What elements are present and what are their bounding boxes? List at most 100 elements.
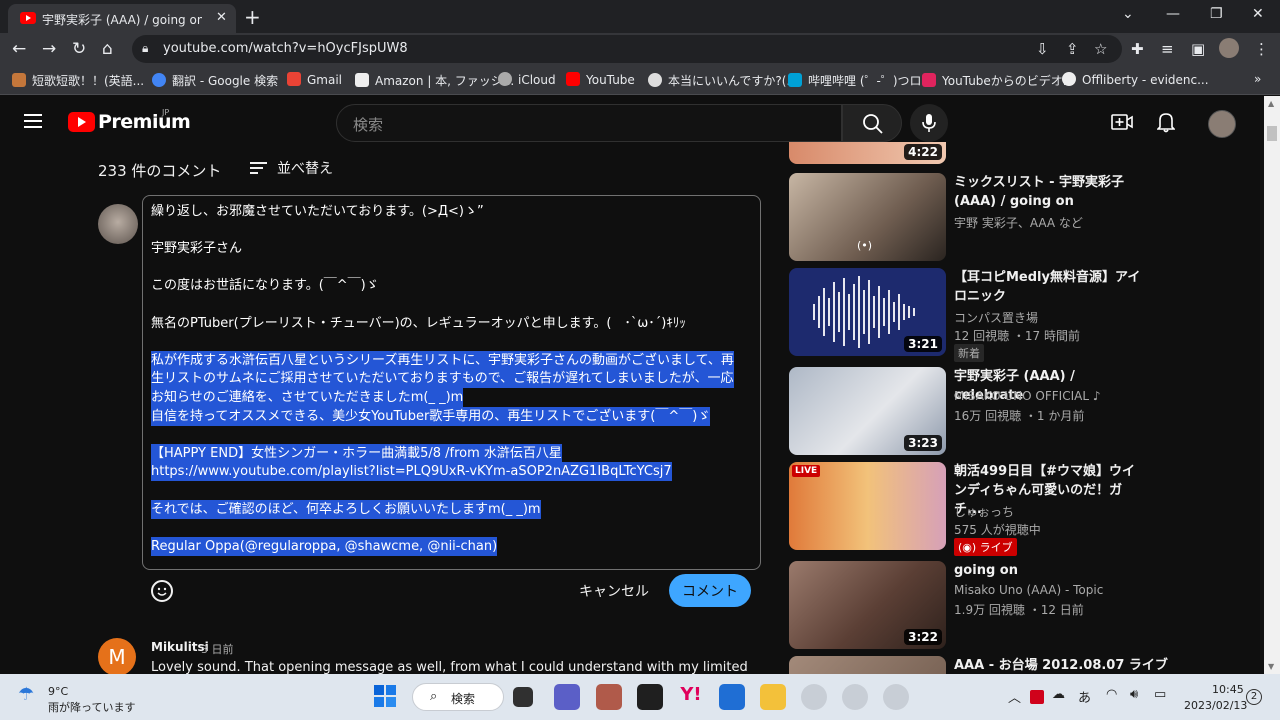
video-thumbnail[interactable]: (•) bbox=[789, 173, 946, 261]
youtube-logo-icon[interactable] bbox=[68, 112, 95, 132]
video-thumbnail[interactable]: LIVE bbox=[789, 462, 946, 550]
bookmark-item[interactable]: iCloud bbox=[498, 72, 556, 87]
video-thumbnail[interactable]: 4:22 bbox=[789, 142, 946, 164]
comment-author-avatar[interactable]: M bbox=[98, 638, 136, 676]
related-video[interactable]: 3:22 going on Misako Uno (AAA) - Topic 1… bbox=[789, 561, 1209, 649]
clock-time[interactable]: 10:45 bbox=[1212, 683, 1244, 696]
voice-search-button[interactable] bbox=[910, 104, 948, 142]
draft-line[interactable]: この度はお世話になります。(￣^￣)ゞ bbox=[151, 276, 379, 295]
volume-icon[interactable]: 🔊︎ bbox=[1130, 687, 1138, 702]
chat-icon[interactable] bbox=[554, 684, 580, 710]
yahoo-icon[interactable]: Y! bbox=[678, 684, 704, 710]
profile-avatar[interactable] bbox=[1219, 38, 1239, 58]
draft-line[interactable]: 生リストのサムネにご採用させていただいておりますもので、ご報告が遅れてしまいまし… bbox=[151, 369, 734, 389]
bookmark-item[interactable]: 本当にいいんですか?(... bbox=[648, 72, 798, 89]
bookmark-item[interactable]: Gmail bbox=[287, 72, 342, 87]
submit-comment-button[interactable]: コメント bbox=[669, 574, 751, 607]
draft-line[interactable]: 繰り返し、お邪魔させていただいております。(>Д<)ゝ” bbox=[151, 202, 484, 221]
video-thumbnail[interactable] bbox=[789, 656, 946, 674]
url-text[interactable]: youtube.com/watch?v=hOycFJspUW8 bbox=[163, 41, 408, 56]
search-button[interactable] bbox=[842, 104, 902, 142]
show-hidden-icons-icon[interactable]: ︿ bbox=[1008, 687, 1021, 706]
tab-youtube[interactable]: 宇野実彩子 (AAA) / going on - Yo ✕ bbox=[8, 4, 236, 33]
page-scrollbar[interactable]: ▲ ▼ bbox=[1264, 96, 1280, 674]
related-video[interactable]: LIVE 朝活499日目【#ウマ娘】ウインディちゃん可愛いのだ！ガチ... しゅ… bbox=[789, 462, 1209, 556]
app-icon[interactable] bbox=[637, 684, 663, 710]
sort-button[interactable]: 並べ替え bbox=[250, 158, 333, 178]
related-video[interactable]: 4:22 bbox=[789, 142, 1209, 164]
bookmark-item[interactable]: Amazon | 本, ファッシ... bbox=[355, 72, 514, 89]
bookmark-item[interactable]: YouTubeからのビデオ... bbox=[922, 72, 1074, 89]
rain-cloud-icon[interactable]: ☂ bbox=[18, 684, 34, 705]
scrollbar-thumb[interactable] bbox=[1267, 126, 1277, 141]
close-tab-icon[interactable]: ✕ bbox=[216, 10, 227, 25]
video-channel[interactable]: MISAKO UNO OFFICIAL ♪ bbox=[954, 389, 1101, 403]
restore-icon[interactable]: ❐ bbox=[1210, 6, 1223, 22]
cancel-button[interactable]: キャンセル bbox=[567, 575, 661, 607]
tab-search-icon[interactable]: ⌄ bbox=[1122, 6, 1134, 22]
bookmark-item[interactable]: 翻訳 - Google 検索 bbox=[152, 72, 278, 89]
video-title[interactable]: ミックスリスト - 宇野実彩子 (AAA) / going on bbox=[954, 173, 1144, 211]
onedrive-icon[interactable]: ☁ bbox=[1052, 687, 1065, 702]
taskbar-search[interactable]: ⌕ 検索 bbox=[412, 683, 504, 711]
app-icon[interactable] bbox=[596, 684, 622, 710]
tray-app-icon[interactable] bbox=[1030, 690, 1044, 704]
bookmark-item[interactable]: YouTube bbox=[566, 72, 635, 87]
video-thumbnail[interactable]: 3:23 bbox=[789, 367, 946, 455]
bookmark-item[interactable]: Offliberty - evidenc... bbox=[1062, 72, 1209, 87]
draft-line[interactable]: 【HAPPY END】女性シンガー・ホラー曲満載5/8 /from 水滸伝百八星 bbox=[151, 443, 562, 463]
start-icon[interactable] bbox=[373, 684, 399, 710]
draft-line[interactable]: https://www.youtube.com/playlist?list=PL… bbox=[151, 462, 672, 482]
close-window-icon[interactable]: ✕ bbox=[1252, 6, 1264, 22]
media-control-icon[interactable]: ≡ bbox=[1161, 40, 1174, 58]
logo-text[interactable]: Premium bbox=[98, 111, 191, 133]
video-channel[interactable]: Misako Uno (AAA) - Topic bbox=[954, 583, 1103, 597]
share-icon[interactable]: ⇪ bbox=[1066, 40, 1079, 58]
bookmark-star-icon[interactable]: ☆ bbox=[1094, 40, 1107, 58]
video-thumbnail[interactable]: 3:21 bbox=[789, 268, 946, 356]
side-panel-icon[interactable]: ▣ bbox=[1191, 40, 1205, 58]
chrome-icon[interactable] bbox=[842, 684, 868, 710]
draft-line[interactable]: 自信を持ってオススメできる、美少女YouTuber歌手専用の、再生リストでござい… bbox=[151, 406, 711, 426]
install-app-icon[interactable]: ⇩ bbox=[1036, 40, 1049, 58]
draft-line[interactable]: それでは、ご確認のほど、何卒よろしくお願いいたしますm(_ _)m bbox=[151, 499, 541, 519]
comment-time[interactable]: 3 日前 bbox=[201, 641, 234, 657]
battery-icon[interactable]: ▭ bbox=[1154, 687, 1166, 702]
draft-line[interactable]: 宇野実彩子さん bbox=[151, 239, 242, 258]
related-video[interactable]: (•) ミックスリスト - 宇野実彩子 (AAA) / going on 宇野 … bbox=[789, 173, 1209, 261]
minimize-icon[interactable]: — bbox=[1166, 6, 1180, 22]
draft-line[interactable]: Regular Oppa(@regularoppa, @shawcme, @ni… bbox=[151, 536, 498, 556]
comment-input[interactable]: 繰り返し、お邪魔させていただいております。(>Д<)ゝ” 宇野実彩子さんこの度はお… bbox=[142, 195, 761, 570]
extensions-icon[interactable]: ✚ bbox=[1131, 40, 1144, 58]
video-channel[interactable]: しゅぉっち bbox=[954, 503, 1014, 520]
browser-menu-icon[interactable]: ⋮ bbox=[1254, 40, 1269, 58]
draft-line[interactable]: 私が作成する水滸伝百八星というシリーズ再生リストに、宇野実彩子さんの動画がござい… bbox=[151, 350, 734, 370]
file-explorer-icon[interactable] bbox=[760, 684, 786, 710]
more-bookmarks-icon[interactable]: » bbox=[1254, 72, 1261, 86]
video-title[interactable]: going on bbox=[954, 561, 1144, 580]
video-title[interactable]: 【耳コピMedly無料音源】アイロニック bbox=[954, 268, 1144, 306]
ime-indicator[interactable]: あ bbox=[1078, 687, 1091, 706]
scroll-up-icon[interactable]: ▲ bbox=[1268, 99, 1274, 108]
wifi-icon[interactable]: ◠ bbox=[1106, 687, 1117, 702]
chrome-icon[interactable] bbox=[801, 684, 827, 710]
weather-temperature[interactable]: 9°C bbox=[48, 685, 68, 698]
scroll-down-icon[interactable]: ▼ bbox=[1268, 662, 1274, 671]
related-video[interactable]: AAA - お台場 2012.08.07 ライブ bbox=[789, 656, 1209, 674]
store-icon[interactable] bbox=[719, 684, 745, 710]
back-icon[interactable]: ← bbox=[12, 39, 26, 59]
search-input[interactable]: 検索 bbox=[336, 104, 842, 142]
related-video[interactable]: 3:23 宇野実彩子 (AAA) / celebrate MISAKO UNO … bbox=[789, 367, 1209, 455]
account-avatar[interactable] bbox=[1208, 110, 1236, 138]
draft-line[interactable]: 無名のPTuber(プレーリスト・チューバー)の、レギュラーオッパと申します。(… bbox=[151, 314, 686, 333]
notification-count[interactable]: 2 bbox=[1246, 689, 1262, 705]
address-bar[interactable]: 🔒︎ youtube.com/watch?v=hOycFJspUW8 ⇩ ⇪ ☆ bbox=[132, 35, 1122, 63]
bookmark-item[interactable]: 哔哩哔哩 (゜-゜)つロ... bbox=[788, 72, 933, 89]
create-video-icon[interactable] bbox=[1111, 112, 1133, 132]
lock-icon[interactable]: 🔒︎ bbox=[142, 41, 148, 56]
reload-icon[interactable]: ↻ bbox=[72, 39, 86, 59]
chrome-icon[interactable] bbox=[883, 684, 909, 710]
weather-description[interactable]: 雨が降っています bbox=[48, 699, 135, 715]
video-channel[interactable]: 宇野 実彩子、AAA など bbox=[954, 214, 1083, 231]
task-view-icon[interactable] bbox=[513, 687, 533, 707]
